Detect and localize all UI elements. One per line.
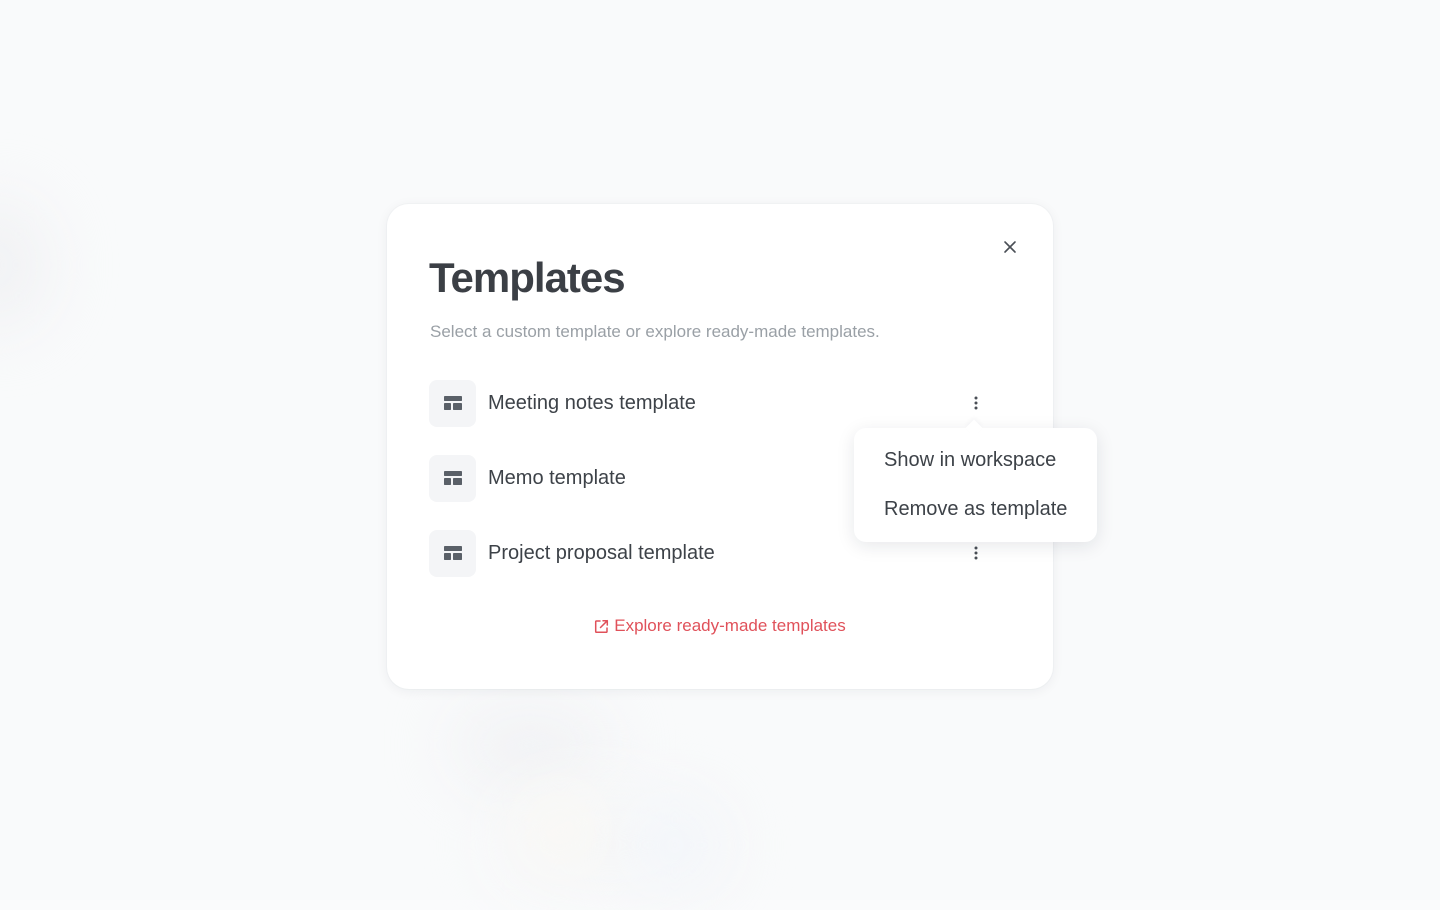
template-layout-icon	[443, 396, 462, 410]
template-name: Meeting notes template	[488, 392, 696, 414]
background-blob	[0, 200, 50, 330]
menu-item-show-in-workspace[interactable]: Show in workspace	[854, 444, 1097, 476]
modal-subtitle: Select a custom template or explore read…	[430, 322, 880, 341]
modal-title: Templates	[429, 254, 626, 301]
background-blob	[450, 700, 610, 790]
template-icon-box	[429, 379, 476, 427]
explore-templates-link[interactable]: Explore ready-made templates	[387, 616, 1053, 636]
explore-link-label: Explore ready-made templates	[614, 616, 846, 635]
template-more-button[interactable]	[964, 541, 988, 565]
template-icon-box	[429, 529, 476, 577]
close-button[interactable]	[999, 236, 1021, 258]
background-blob	[530, 800, 590, 860]
template-layout-icon	[443, 471, 462, 485]
template-icon-box	[429, 454, 476, 502]
template-options-menu: Show in workspace Remove as template	[854, 428, 1097, 542]
more-vertical-icon	[974, 546, 978, 560]
template-name: Project proposal template	[488, 542, 715, 564]
template-name: Memo template	[488, 467, 626, 489]
close-icon	[1004, 241, 1016, 253]
external-link-icon	[594, 619, 609, 634]
menu-item-remove-as-template[interactable]: Remove as template	[854, 493, 1097, 525]
template-item-meeting-notes[interactable]: Meeting notes template	[429, 379, 1009, 427]
template-more-button[interactable]	[964, 391, 988, 415]
more-vertical-icon	[974, 396, 978, 410]
template-layout-icon	[443, 546, 462, 560]
background-blob	[640, 810, 710, 880]
